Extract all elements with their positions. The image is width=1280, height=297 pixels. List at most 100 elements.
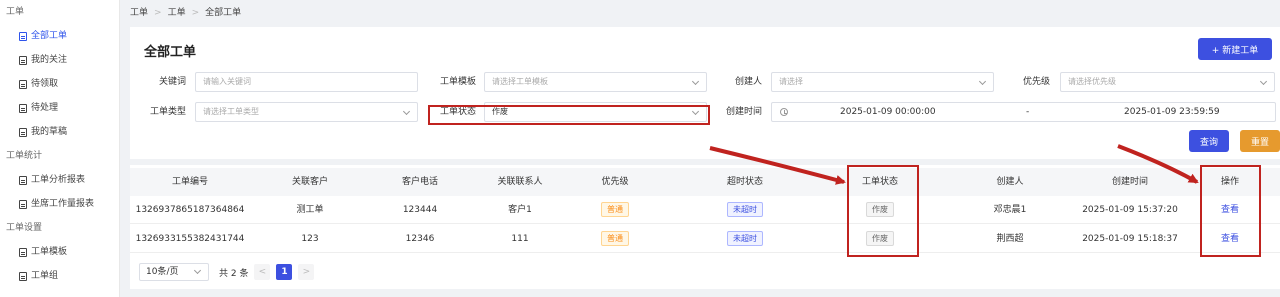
chevron-down-icon xyxy=(691,77,700,86)
status-cell: 作废 xyxy=(820,225,940,253)
reset-button[interactable]: 重置 xyxy=(1240,130,1280,152)
phone: 12346 xyxy=(405,234,435,244)
document-icon xyxy=(19,127,27,137)
column-header: 工单编号 xyxy=(171,177,208,187)
contact: 客户1 xyxy=(508,205,532,215)
sidebar-item-label: 工单组 xyxy=(31,271,59,281)
priority-cell: 普通 xyxy=(560,225,670,253)
priority-label: 优先级 xyxy=(1022,77,1050,87)
column-header: 客户电话 xyxy=(401,177,438,187)
type-label: 工单类型 xyxy=(149,107,186,117)
status-cell: 作废 xyxy=(820,196,940,224)
overtime-cell: 未超时 xyxy=(690,196,800,224)
document-icon xyxy=(19,55,27,65)
column-header: 操作 xyxy=(1220,177,1239,187)
creator: 荆西超 xyxy=(996,234,1024,244)
breadcrumb-item: 全部工单 xyxy=(205,8,242,18)
breadcrumb-separator-icon: > xyxy=(154,8,162,18)
breadcrumb-item[interactable]: 工单 xyxy=(168,8,186,18)
column-header: 创建人 xyxy=(996,177,1024,187)
sidebar-item-label: 工单模板 xyxy=(31,247,68,257)
table-row: 1326937865187364864 测工单 123444 客户1 普通 未超… xyxy=(130,196,1280,224)
page-size-select[interactable]: 10条/页 xyxy=(139,263,209,281)
breadcrumb-separator-icon: > xyxy=(191,8,200,18)
contact: 111 xyxy=(511,234,529,244)
table-header: 工单编号 关联客户 客户电话 关联联系人 优先级 超时状态 工单状态 创建人 创… xyxy=(130,168,1280,196)
created-time: 2025-01-09 15:18:37 xyxy=(1082,234,1178,244)
created-time-label: 创建时间 xyxy=(725,107,762,117)
sidebar-item-label: 工单分析报表 xyxy=(31,175,86,185)
sidebar-item-to-claim[interactable]: 待领取 xyxy=(0,72,119,96)
new-ticket-button[interactable]: + 新建工单 xyxy=(1198,38,1272,60)
type-select[interactable]: 请选择工单类型 xyxy=(195,102,418,122)
sidebar-item-label: 待领取 xyxy=(31,79,59,89)
column-header: 创建时间 xyxy=(1111,177,1148,187)
column-header: 工单状态 xyxy=(861,177,898,187)
sidebar-item-label: 我的草稿 xyxy=(31,127,68,137)
sidebar: 工单 全部工单 我的关注 待领取 待处理 我的草稿 工单统计 工单分析报表 坐席… xyxy=(0,0,120,297)
sidebar-item-templates[interactable]: 工单模板 xyxy=(0,240,119,264)
action-cell: 查看 xyxy=(1200,196,1260,224)
sidebar-item-label: 全部工单 xyxy=(31,31,68,41)
breadcrumb: 工单 > 工单 > 全部工单 xyxy=(130,0,241,26)
chevron-down-icon xyxy=(193,266,202,275)
page-title: 全部工单 xyxy=(144,45,197,60)
created-time-start[interactable]: 2025-01-09 00:00:00 xyxy=(840,103,936,121)
total-count: 共 2 条 xyxy=(219,268,249,279)
sidebar-item-drafts[interactable]: 我的草稿 xyxy=(0,120,119,144)
keyword-label: 关键词 xyxy=(158,77,186,87)
sidebar-group-settings: 工单设置 xyxy=(6,223,43,233)
created-time-range[interactable]: 2025-01-09 00:00:00 - 2025-01-09 23:59:5… xyxy=(771,102,1276,122)
customer: 测工单 xyxy=(296,205,324,215)
page-button-current[interactable]: 1 xyxy=(276,264,293,280)
keyword-input[interactable]: 请输入关键词 xyxy=(195,72,418,92)
template-select[interactable]: 请选择工单模板 xyxy=(484,72,707,92)
document-icon xyxy=(19,175,27,185)
created-time-separator: - xyxy=(1026,107,1030,117)
sidebar-item-following[interactable]: 我的关注 xyxy=(0,48,119,72)
status-filter-highlight xyxy=(428,105,710,125)
priority-select[interactable]: 请选择优先级 xyxy=(1060,72,1275,92)
priority-badge: 普通 xyxy=(601,202,629,217)
sidebar-item-all-tickets[interactable]: 全部工单 xyxy=(0,24,119,48)
next-page-button[interactable]: > xyxy=(298,264,315,280)
column-header: 关联客户 xyxy=(291,177,328,187)
created-time-end[interactable]: 2025-01-09 23:59:59 xyxy=(1124,103,1220,121)
clock-icon xyxy=(780,108,788,116)
document-icon xyxy=(19,103,27,113)
view-link[interactable]: 查看 xyxy=(1221,234,1239,244)
sidebar-item-to-process[interactable]: 待处理 xyxy=(0,96,119,120)
ticket-table: 工单编号 关联客户 客户电话 关联联系人 优先级 超时状态 工单状态 创建人 创… xyxy=(130,165,1280,289)
sidebar-group-tickets: 工单 xyxy=(6,7,25,17)
overtime-cell: 未超时 xyxy=(690,225,800,253)
phone: 123444 xyxy=(402,205,438,215)
filter-card: 全部工单 + 新建工单 关键词 请输入关键词 工单模板 请选择工单模板 创建人 … xyxy=(130,27,1280,159)
chevron-down-icon xyxy=(402,107,411,116)
prev-page-button[interactable]: < xyxy=(254,264,271,280)
ticket-id: 1326933155382431744 xyxy=(135,234,245,244)
document-icon xyxy=(19,199,27,209)
sidebar-item-analysis-report[interactable]: 工单分析报表 xyxy=(0,168,119,192)
creator: 邓忠晨1 xyxy=(993,205,1027,215)
priority-badge: 普通 xyxy=(601,231,629,246)
priority-cell: 普通 xyxy=(560,196,670,224)
sidebar-group-stats: 工单统计 xyxy=(6,151,43,161)
template-label: 工单模板 xyxy=(439,77,476,87)
chevron-down-icon xyxy=(1259,77,1268,86)
breadcrumb-item[interactable]: 工单 xyxy=(130,8,148,18)
sidebar-item-workload-report[interactable]: 坐席工作量报表 xyxy=(0,192,119,216)
view-link[interactable]: 查看 xyxy=(1221,205,1239,215)
customer: 123 xyxy=(301,234,319,244)
creator-select[interactable]: 请选择 xyxy=(771,72,994,92)
status-badge: 作废 xyxy=(866,202,894,217)
document-icon xyxy=(19,247,27,257)
creator-label: 创建人 xyxy=(734,77,762,87)
chevron-down-icon xyxy=(978,77,987,86)
pagination: 10条/页 共 2 条 < 1 > xyxy=(139,262,315,282)
sidebar-item-label: 待处理 xyxy=(31,103,59,113)
document-icon xyxy=(19,271,27,281)
query-button[interactable]: 查询 xyxy=(1189,130,1229,152)
column-header: 优先级 xyxy=(601,177,629,187)
overtime-badge: 未超时 xyxy=(727,231,763,246)
sidebar-item-groups[interactable]: 工单组 xyxy=(0,264,119,288)
